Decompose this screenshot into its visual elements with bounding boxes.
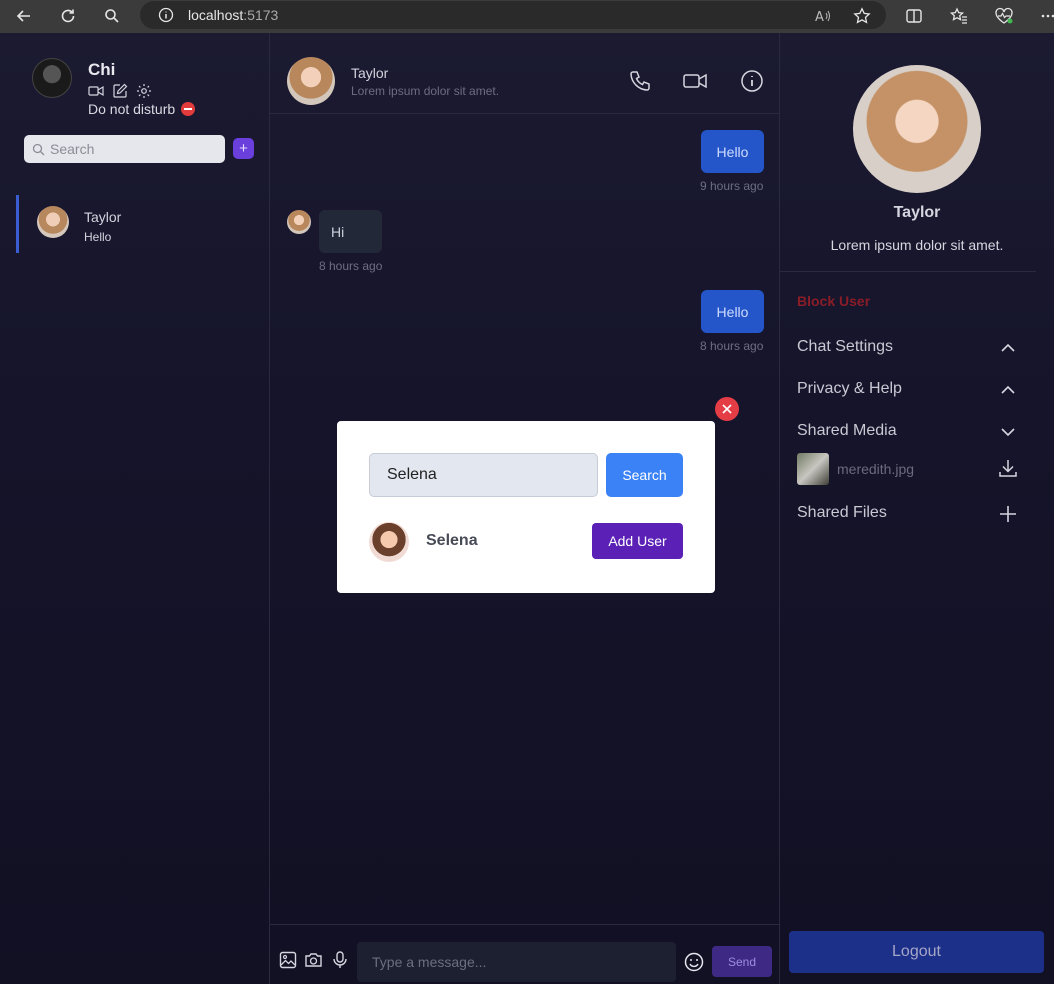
divider: [780, 271, 1036, 272]
last-message: Hello: [84, 230, 112, 244]
search-button[interactable]: Search: [606, 453, 683, 497]
message-bubble-outgoing: Hello: [701, 130, 764, 173]
info-icon: [158, 7, 174, 23]
my-actions: [88, 83, 152, 99]
chevron-up-icon[interactable]: [998, 338, 1018, 358]
my-avatar[interactable]: [32, 58, 72, 98]
search-icon[interactable]: [98, 2, 126, 30]
emoji-icon[interactable]: [684, 952, 704, 972]
media-thumbnail: [797, 453, 829, 485]
section-shared-files[interactable]: Shared Files: [797, 504, 887, 522]
add-user-modal: Selena Search Selena Add User: [337, 421, 715, 593]
conversation-header: Taylor Lorem ipsum dolor sit amet.: [270, 33, 780, 114]
more-icon[interactable]: [1036, 4, 1054, 28]
status-text: Do not disturb: [88, 101, 176, 117]
search-icon: [32, 143, 45, 155]
section-chat-settings[interactable]: Chat Settings: [797, 338, 893, 356]
favorite-star-icon[interactable]: [850, 4, 874, 28]
contact-avatar-large: [853, 65, 981, 193]
message-input[interactable]: Type a message...: [357, 942, 676, 982]
plus-icon[interactable]: [998, 504, 1018, 524]
edit-icon[interactable]: [112, 83, 128, 99]
result-name: Selena: [426, 532, 478, 549]
message-time: 9 hours ago: [700, 179, 764, 193]
section-shared-media[interactable]: Shared Media: [797, 422, 897, 440]
contact-subtitle: Lorem ipsum dolor sit amet.: [351, 84, 500, 98]
read-aloud-icon[interactable]: A: [811, 4, 835, 28]
search-placeholder: Search: [50, 141, 95, 157]
camera-icon[interactable]: [304, 951, 322, 969]
search-input[interactable]: Search: [24, 135, 225, 163]
video-call-icon[interactable]: [683, 69, 707, 93]
chat-list-item[interactable]: Taylor Hello: [16, 195, 270, 253]
my-status[interactable]: Do not disturb: [88, 101, 196, 117]
block-user-button[interactable]: Block User: [797, 293, 870, 309]
message-bubble-incoming: Hi: [319, 210, 382, 253]
split-screen-icon[interactable]: [902, 4, 926, 28]
message-bubble-outgoing: Hello: [701, 290, 764, 333]
browser-toolbar: localhost:5173 A: [0, 0, 1054, 33]
do-not-disturb-icon: [181, 102, 196, 116]
contact-name: Taylor: [351, 65, 389, 81]
add-user-button[interactable]: Add User: [592, 523, 683, 559]
settings-gear-icon[interactable]: [136, 83, 152, 99]
contact-avatar: [37, 206, 69, 238]
svg-text:A: A: [815, 10, 824, 24]
chat-list-panel: Chi Do not disturb Search + Taylor Hello: [0, 33, 270, 984]
address-bar[interactable]: localhost:5173: [140, 1, 886, 29]
media-filename: meredith.jpg: [837, 461, 915, 477]
section-privacy-help[interactable]: Privacy & Help: [797, 380, 902, 398]
details-name: Taylor: [893, 204, 941, 221]
video-icon[interactable]: [88, 83, 104, 99]
message-time: 8 hours ago: [700, 339, 764, 353]
chevron-down-icon[interactable]: [998, 422, 1018, 442]
contact-avatar[interactable]: [287, 57, 335, 105]
details-bio: Lorem ipsum dolor sit amet.: [830, 237, 1004, 253]
info-icon[interactable]: [740, 69, 764, 93]
username-search-input[interactable]: Selena: [369, 453, 598, 497]
chevron-up-icon[interactable]: [998, 380, 1018, 400]
phone-icon[interactable]: [628, 69, 652, 93]
microphone-icon[interactable]: [331, 951, 349, 969]
url-port: :5173: [243, 7, 279, 23]
shared-media-item[interactable]: meredith.jpg: [797, 453, 1037, 485]
refresh-icon[interactable]: [54, 2, 82, 30]
contact-name: Taylor: [84, 209, 122, 225]
logout-button[interactable]: Logout: [789, 931, 1044, 973]
my-name: Chi: [88, 60, 116, 79]
favorites-icon[interactable]: [947, 4, 971, 28]
url-host: localhost: [188, 7, 244, 23]
message-composer: Type a message... Send: [270, 924, 780, 984]
close-modal-button[interactable]: [715, 397, 739, 421]
close-icon: [722, 404, 732, 414]
add-chat-button[interactable]: +: [233, 138, 254, 159]
contact-avatar-small: [287, 210, 311, 234]
back-icon[interactable]: [10, 2, 38, 30]
send-button[interactable]: Send: [712, 946, 772, 977]
message-time: 8 hours ago: [319, 259, 383, 273]
browser-health-icon[interactable]: [992, 4, 1016, 28]
download-icon[interactable]: [998, 458, 1018, 478]
details-panel: Taylor Lorem ipsum dolor sit amet. Block…: [780, 33, 1054, 984]
result-avatar: [369, 522, 409, 562]
image-icon[interactable]: [279, 951, 297, 969]
